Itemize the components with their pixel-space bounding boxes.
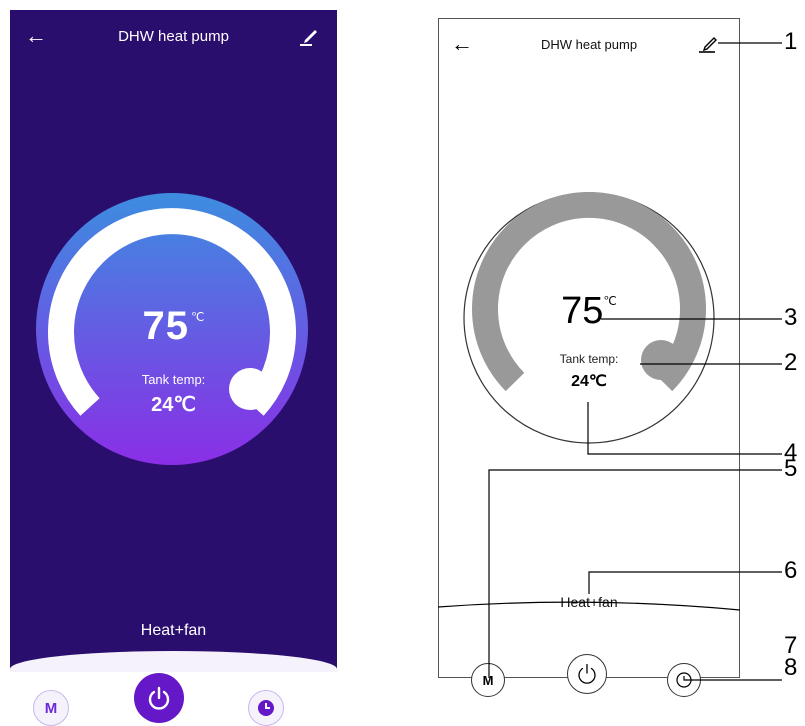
power-button[interactable] bbox=[134, 673, 184, 723]
setpoint-unit: ℃ bbox=[191, 310, 205, 324]
power-icon bbox=[578, 663, 596, 684]
timer-button[interactable] bbox=[667, 663, 701, 697]
callout-number: 6 bbox=[784, 557, 798, 584]
tank-temp-value: 24℃ bbox=[151, 394, 196, 416]
callout-number: 5 bbox=[784, 455, 798, 482]
callout-number: 2 bbox=[784, 349, 798, 376]
setpoint-display: 75℃ bbox=[438, 290, 740, 333]
timer-button[interactable] bbox=[248, 690, 284, 726]
mode-label: Heat+fan bbox=[140, 622, 207, 639]
clock-icon bbox=[676, 672, 692, 688]
page-title: DHW heat pump bbox=[540, 37, 638, 52]
power-button[interactable] bbox=[567, 654, 607, 694]
colored-app-screen: ← DHW heat pump 75 ℃ Tank temp: 24℃ Heat+… bbox=[10, 10, 337, 672]
tank-temp-label: Tank temp: bbox=[141, 372, 206, 387]
setpoint-display: 75℃ bbox=[10, 304, 337, 349]
setpoint-unit: ℃ bbox=[603, 294, 617, 308]
mode-button[interactable]: M bbox=[33, 690, 69, 726]
mode-label: Heat+fan bbox=[560, 594, 618, 610]
tank-temp-label: Tank temp: bbox=[559, 352, 619, 366]
clock-icon bbox=[258, 700, 274, 716]
callout-number: 8 bbox=[784, 654, 798, 681]
power-icon bbox=[148, 686, 170, 710]
bottom-control-bar bbox=[10, 651, 337, 672]
mode-button[interactable]: M bbox=[471, 663, 505, 697]
header-bar: ← DHW heat pump bbox=[10, 10, 337, 66]
edit-pencil-icon[interactable] bbox=[297, 22, 323, 48]
callout-number: 1 bbox=[784, 28, 798, 55]
tank-temp-value: 24℃ bbox=[571, 373, 607, 390]
edit-pencil-icon[interactable] bbox=[697, 31, 721, 55]
setpoint-value: 75 bbox=[142, 304, 189, 348]
page-title: DHW heat pump bbox=[118, 28, 229, 45]
callout-number: 3 bbox=[784, 304, 798, 331]
setpoint-value: 75 bbox=[561, 290, 604, 332]
